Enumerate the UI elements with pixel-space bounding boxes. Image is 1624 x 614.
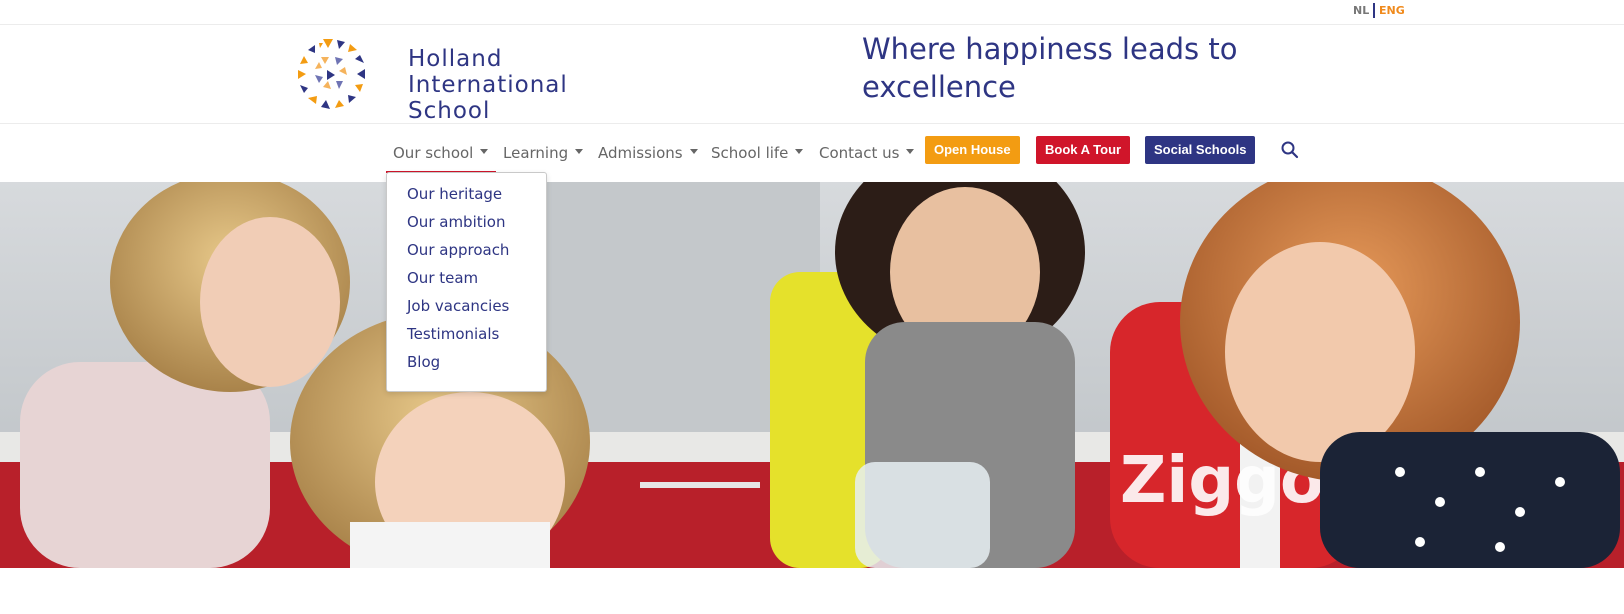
nav-item-our-school[interactable]: Our school bbox=[393, 144, 489, 162]
hero-photo-illustration: Ziggo bbox=[0, 182, 1624, 568]
social-schools-button[interactable]: Social Schools bbox=[1145, 136, 1256, 164]
caret-down-icon bbox=[480, 149, 489, 154]
our-school-dropdown-menu: Our heritage Our ambition Our approach O… bbox=[386, 172, 547, 392]
open-house-button[interactable]: Open House bbox=[925, 136, 1020, 164]
nav-item-admissions[interactable]: Admissions bbox=[598, 144, 698, 162]
nav-item-school-life[interactable]: School life bbox=[711, 144, 804, 162]
nav-label: Contact us bbox=[819, 144, 900, 162]
language-eng-link[interactable]: ENG bbox=[1379, 4, 1405, 17]
book-a-tour-button[interactable]: Book A Tour bbox=[1036, 136, 1131, 164]
logo[interactable]: Holland International School bbox=[293, 37, 593, 124]
caret-down-icon bbox=[795, 149, 804, 154]
logo-line-1: Holland bbox=[408, 46, 503, 72]
hero-image: Ziggo bbox=[0, 182, 1624, 568]
nav-label: Our school bbox=[393, 144, 474, 162]
dropdown-item-our-team[interactable]: Our team bbox=[407, 269, 478, 287]
caret-down-icon bbox=[906, 149, 915, 154]
logo-line-2: International bbox=[408, 72, 568, 98]
nav-label: Learning bbox=[503, 144, 569, 162]
nav-item-learning[interactable]: Learning bbox=[503, 144, 584, 162]
caret-down-icon bbox=[689, 149, 698, 154]
dropdown-item-testimonials[interactable]: Testimonials bbox=[407, 325, 499, 343]
language-separator bbox=[1373, 3, 1375, 18]
logo-wordmark: Holland International School bbox=[408, 46, 568, 124]
nav-label: Admissions bbox=[598, 144, 683, 162]
dropdown-item-our-heritage[interactable]: Our heritage bbox=[407, 185, 502, 203]
site-header: Holland International School Where happi… bbox=[0, 25, 1624, 124]
nav-label: School life bbox=[711, 144, 789, 162]
language-bar: NL ENG bbox=[0, 0, 1624, 25]
dropdown-item-our-ambition[interactable]: Our ambition bbox=[407, 213, 505, 231]
dropdown-item-blog[interactable]: Blog bbox=[407, 353, 440, 371]
nav-item-contact-us[interactable]: Contact us bbox=[819, 144, 915, 162]
main-navigation: Our school Learning Admissions School li… bbox=[0, 124, 1624, 182]
site-tagline: Where happiness leads to excellence bbox=[862, 32, 1238, 104]
logo-line-3: School bbox=[408, 98, 491, 124]
search-icon[interactable] bbox=[1280, 140, 1300, 160]
dropdown-item-job-vacancies[interactable]: Job vacancies bbox=[407, 297, 509, 315]
language-nl-link[interactable]: NL bbox=[1353, 4, 1369, 17]
caret-down-icon bbox=[575, 149, 584, 154]
dropdown-item-our-approach[interactable]: Our approach bbox=[407, 241, 509, 259]
logo-mark-icon bbox=[298, 39, 365, 109]
